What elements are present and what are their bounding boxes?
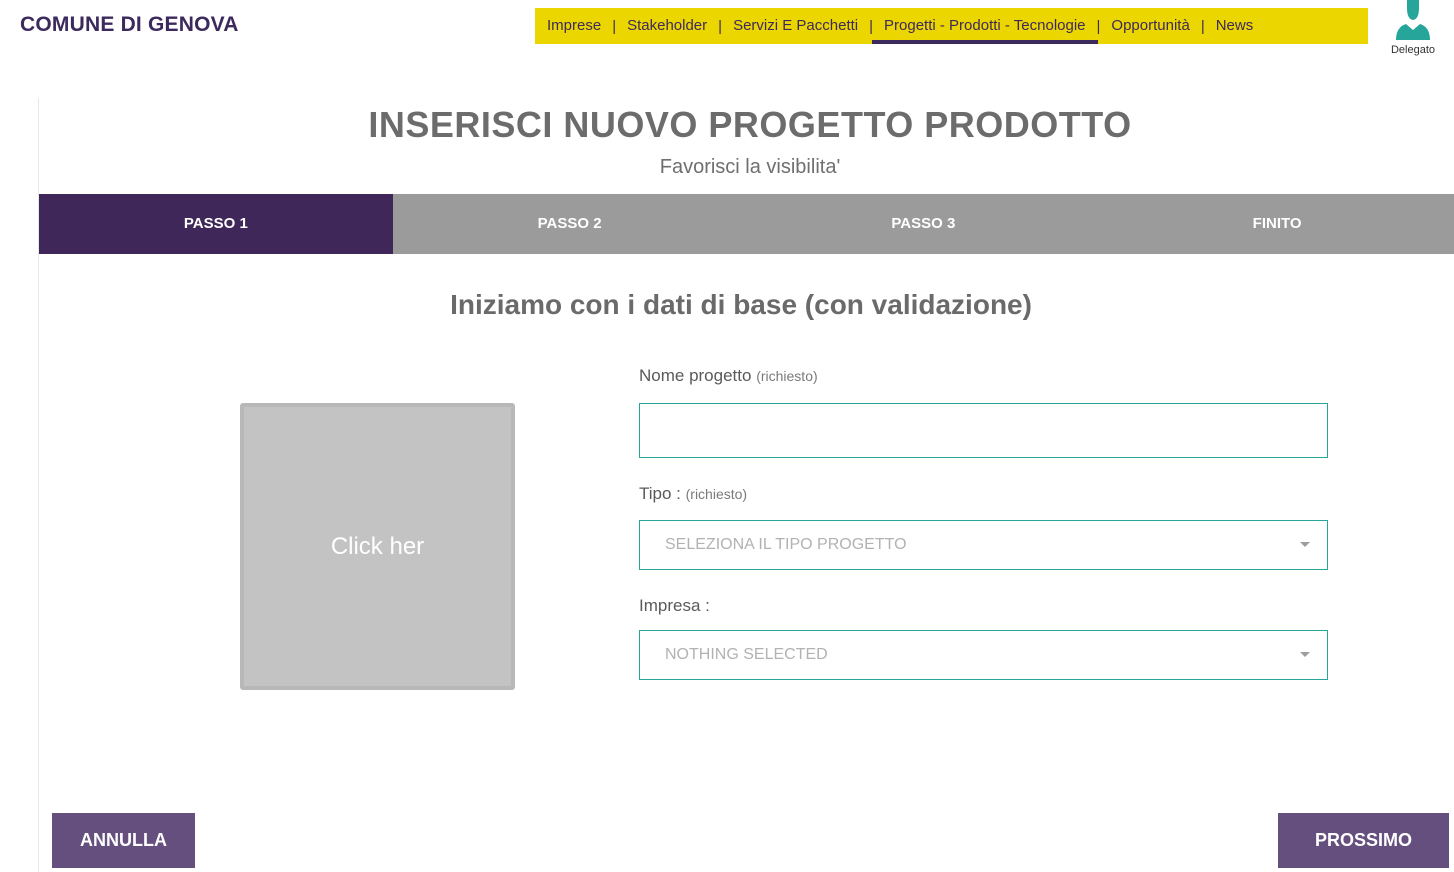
nav-separator: | — [718, 17, 723, 35]
wizard-steps: PASSO 1 PASSO 2 PASSO 3 FINITO — [39, 194, 1454, 254]
company-select[interactable]: NOTHING SELECTED — [639, 630, 1328, 680]
user-icon — [1396, 0, 1430, 40]
company-label-text: Impresa : — [639, 596, 710, 615]
company-field-label: Impresa : — [639, 596, 710, 616]
next-button[interactable]: PROSSIMO — [1278, 813, 1449, 868]
page-subtitle: Favorisci la visibilita' — [659, 156, 841, 178]
type-field-label: Tipo : (richiesto) — [639, 484, 747, 504]
page-title: INSERISCI NUOVO PROGETTO PRODOTTO — [39, 104, 1454, 146]
step-3[interactable]: PASSO 3 — [747, 194, 1101, 254]
name-field-label: Nome progetto (richiesto) — [639, 366, 818, 386]
project-type-value: SELEZIONA IL TIPO PROGETTO — [665, 536, 907, 553]
step-2[interactable]: PASSO 2 — [393, 194, 747, 254]
page-title-rest: NUOVO PROGETTO PRODOTTO — [552, 104, 1132, 145]
nav-item-progetti[interactable]: Progetti - Prodotti - Tecnologie — [872, 8, 1097, 44]
chevron-down-icon — [1300, 542, 1310, 547]
image-upload-area[interactable]: Click her — [240, 403, 515, 690]
nav-item-news[interactable]: News — [1216, 8, 1254, 44]
user-menu[interactable]: Delegato — [1386, 0, 1440, 56]
section-title: Iniziamo con i dati di base (con validaz… — [450, 289, 1032, 320]
nav-item-servizi[interactable]: Servizi E Pacchetti — [733, 8, 858, 44]
chevron-down-icon — [1300, 652, 1310, 657]
type-required-note: (richiesto) — [685, 486, 748, 502]
nav-item-opportunita[interactable]: Opportunità — [1111, 8, 1189, 44]
project-type-select[interactable]: SELEZIONA IL TIPO PROGETTO — [639, 520, 1328, 570]
type-label-text: Tipo : — [639, 484, 681, 503]
company-value: NOTHING SELECTED — [665, 646, 828, 663]
step-finito[interactable]: FINITO — [1100, 194, 1454, 254]
cancel-button[interactable]: ANNULLA — [52, 813, 195, 868]
name-required-note: (richiesto) — [756, 368, 818, 384]
nav-item-imprese[interactable]: Imprese — [547, 8, 601, 44]
nav-separator: | — [1096, 17, 1101, 35]
nav-item-stakeholder[interactable]: Stakeholder — [627, 8, 707, 44]
brand-logo[interactable]: COMUNE DI GENOVA — [20, 13, 239, 37]
nav-separator: | — [869, 17, 874, 35]
step-1[interactable]: PASSO 1 — [39, 194, 393, 254]
nav-separator: | — [1200, 17, 1205, 35]
user-label: Delegato — [1390, 44, 1436, 56]
nav-separator: | — [612, 17, 617, 35]
top-navigation: Imprese | Stakeholder | Servizi E Pacche… — [535, 8, 1368, 44]
project-name-input[interactable] — [639, 403, 1328, 458]
name-label-text: Nome progetto — [639, 366, 752, 385]
page-title-strong: INSERISCI — [368, 104, 553, 145]
image-upload-label: Click her — [330, 532, 425, 560]
